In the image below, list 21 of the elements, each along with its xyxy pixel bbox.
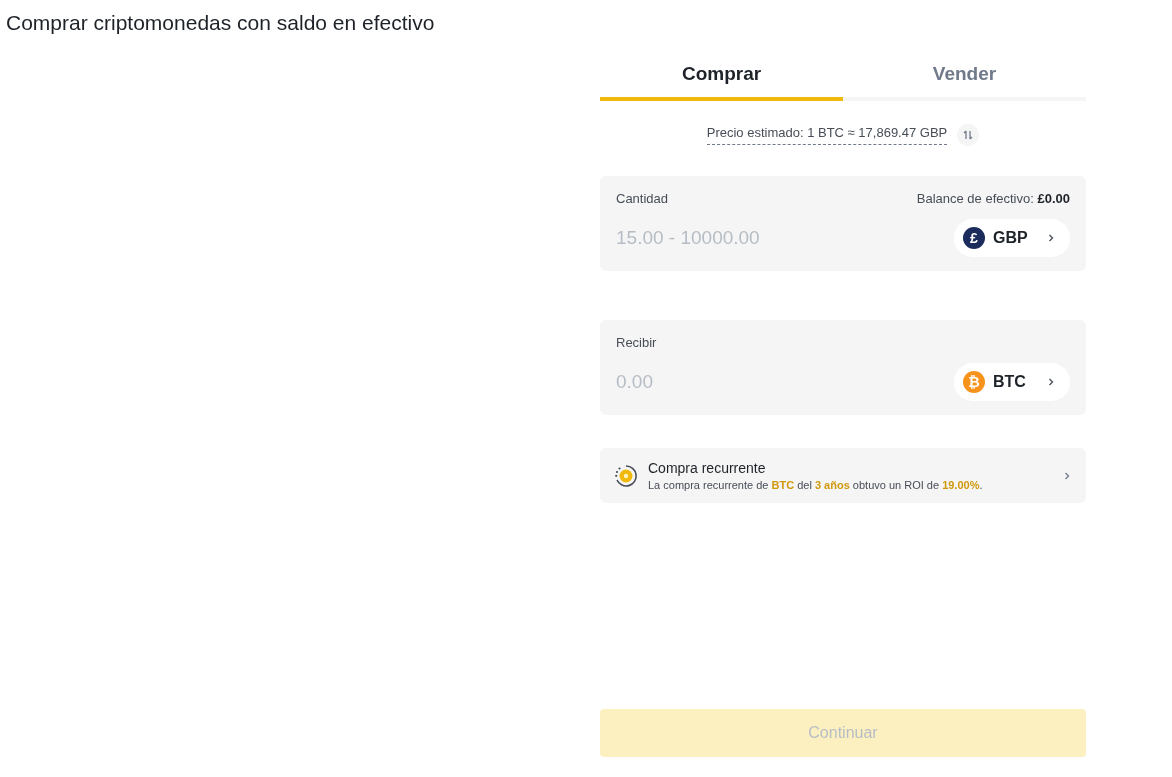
page-title: Comprar criptomonedas con saldo en efectivo	[6, 11, 435, 35]
balance-text: Balance de efectivo: £0.00	[916, 191, 1070, 207]
chevron-icon	[1064, 471, 1070, 480]
sun-icon	[614, 463, 638, 488]
bitcoin-coin-icon: ₿	[963, 371, 985, 393]
chevron-icon	[1048, 234, 1054, 242]
pound-coin-icon: £	[963, 227, 985, 249]
receive-field[interactable]: 0.00	[616, 371, 866, 393]
recurring-title: Compra recurrente	[648, 460, 767, 476]
price-estimate[interactable]: Precio estimado: 1 BTC ≈ 17,869.47 GBP	[706, 125, 948, 145]
amount-label: Cantidad	[616, 191, 669, 207]
chevron-icon	[1048, 378, 1054, 386]
tab[interactable]: Vender	[843, 53, 1086, 101]
currency-selector[interactable]: ₿ BTC	[954, 363, 1070, 401]
recurring-buy-banner[interactable]: Compra recurrente La compra recurrente de BTC del 3 años obtuvo un ROI de 19.00%.	[600, 448, 1086, 503]
currency-selector[interactable]: £ GBP	[954, 219, 1070, 257]
tab[interactable]: Comprar	[600, 53, 843, 101]
swap-icon[interactable]	[957, 124, 980, 146]
amount-field[interactable]: 15.00 - 10000.00	[616, 227, 866, 249]
recurring-description: La compra recurrente de BTC del 3 años obtuvo un ROI de 19.00%.	[648, 479, 984, 491]
receive-label: Recibir	[616, 335, 657, 351]
